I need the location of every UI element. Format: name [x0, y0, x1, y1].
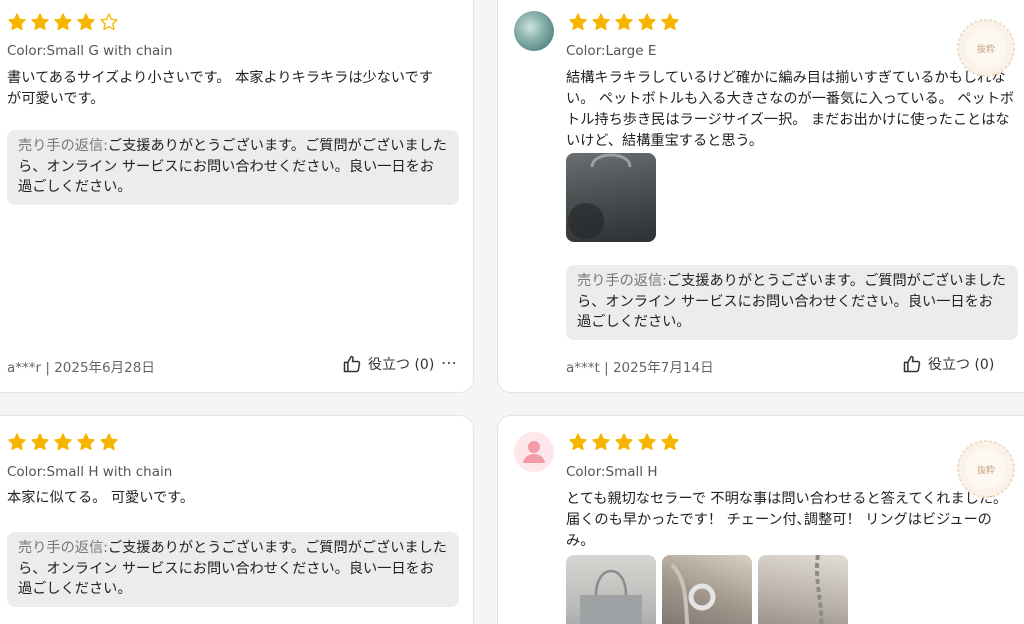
bag-handle-icon: [568, 153, 632, 239]
user-placeholder-icon: [523, 441, 545, 463]
star-filled-icon: [569, 433, 587, 451]
review-card: Color:Large E 結構キラキラしているけど確かに編み目は揃いすぎている…: [497, 0, 1024, 393]
star-filled-icon: [100, 433, 118, 451]
star-filled-icon: [661, 13, 679, 31]
star-filled-icon: [77, 13, 95, 31]
star-filled-icon: [592, 13, 610, 31]
star-rating: [7, 432, 119, 452]
helpful-label: 役立つ (0): [368, 357, 435, 373]
seller-reply: 売り手の返信:ご支援ありがとうございます。ご質問がございましたら、オンライン サ…: [7, 130, 459, 205]
review-text: 書いてあるサイズより小さいです。 本家よりキラキラは少ないですが可愛いです。: [7, 70, 434, 107]
seller-reply-label: 売り手の返信:: [18, 540, 108, 556]
review-photo[interactable]: [662, 555, 752, 624]
star-filled-icon: [638, 433, 656, 451]
variant-label: Color:Small H with chain: [7, 464, 173, 480]
star-filled-icon: [569, 13, 587, 31]
avatar: [514, 432, 554, 472]
star-filled-icon: [8, 13, 26, 31]
review-meta: a***r | 2025年6月28日: [7, 360, 155, 376]
star-rating: [568, 432, 680, 452]
review-text: 本家に似てる。 可愛いです。: [7, 490, 195, 506]
star-filled-icon: [8, 433, 26, 451]
seller-reply: 売り手の返信:ご支援ありがとうございます。ご質問がございましたら、オンライン サ…: [7, 532, 459, 607]
chain-strap-icon: [814, 555, 824, 624]
star-filled-icon: [77, 433, 95, 451]
star-filled-icon: [54, 13, 72, 31]
variant-label: Color:Small H: [566, 464, 658, 480]
star-filled-icon: [638, 13, 656, 31]
review-text: 結構キラキラしているけど確かに編み目は揃いすぎているかもしれない。 ペットボトル…: [566, 70, 1015, 149]
seller-reply-label: 売り手の返信:: [577, 273, 667, 289]
review-card: Color:Small H とても親切なセラーで 不明な事は問い合わせると答えて…: [497, 415, 1024, 624]
helpful-label: 役立つ (0): [928, 357, 995, 373]
badge-text: 抜粋: [976, 44, 995, 55]
star-filled-icon: [661, 433, 679, 451]
star-filled-icon: [31, 433, 49, 451]
helpful-button[interactable]: 役立つ (0): [342, 354, 434, 374]
badge-text: 抜粋: [976, 465, 995, 476]
star-filled-icon: [592, 433, 610, 451]
chain-detail-icon: [670, 563, 716, 624]
bag-photo-icon: [580, 569, 642, 624]
star-filled-icon: [615, 433, 633, 451]
star-rating: [568, 12, 680, 32]
review-photo[interactable]: [566, 153, 656, 242]
avatar: [514, 11, 554, 51]
featured-badge: 抜粋: [953, 15, 1019, 81]
star-rating: [7, 12, 119, 32]
review-photo[interactable]: [566, 555, 656, 624]
star-filled-icon: [31, 13, 49, 31]
featured-badge: 抜粋: [953, 436, 1019, 502]
helpful-button[interactable]: 役立つ (0): [902, 354, 994, 374]
more-options-icon[interactable]: ⋯: [441, 353, 458, 372]
star-filled-icon: [54, 433, 72, 451]
review-card: Color:Small H with chain 本家に似てる。 可愛いです。 …: [0, 415, 474, 624]
seller-reply-label: 売り手の返信:: [18, 138, 108, 154]
variant-label: Color:Large E: [566, 43, 657, 59]
thumbs-up-icon: [903, 355, 921, 373]
variant-label: Color:Small G with chain: [7, 43, 173, 59]
review-meta: a***t | 2025年7月14日: [566, 360, 714, 376]
review-photo[interactable]: [758, 555, 848, 624]
star-empty-icon: [100, 13, 118, 31]
review-text: とても親切なセラーで 不明な事は問い合わせると答えてくれました。 届くのも早かっ…: [566, 491, 1008, 549]
thumbs-up-icon: [343, 355, 361, 373]
review-card: Color:Small G with chain 書いてあるサイズより小さいです…: [0, 0, 474, 393]
star-filled-icon: [615, 13, 633, 31]
seller-reply: 売り手の返信:ご支援ありがとうございます。ご質問がございましたら、オンライン サ…: [566, 265, 1018, 340]
